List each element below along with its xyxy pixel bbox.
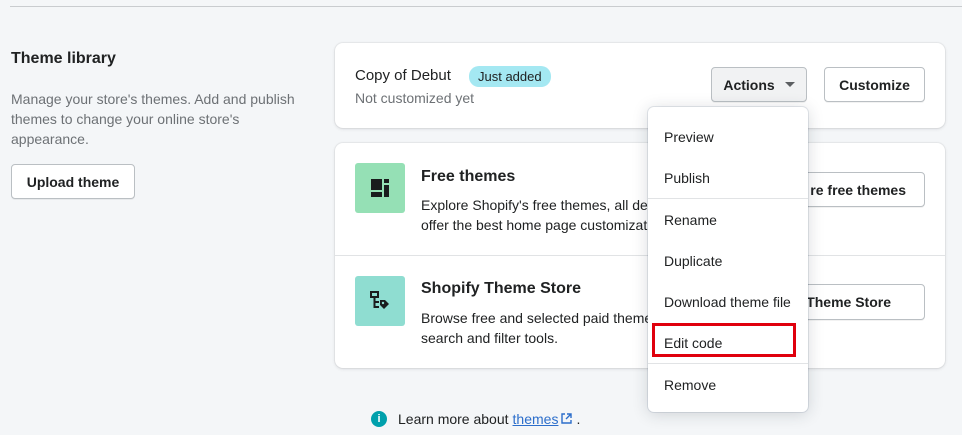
actions-menu: Preview Publish Rename Duplicate Downloa… [648,107,808,412]
row-divider [335,255,945,256]
current-theme-card: Copy of Debut Just added Not customized … [335,43,945,128]
theme-store-description-line1: Browse free and selected paid theme [421,310,653,326]
menu-item-remove[interactable]: Remove [664,377,716,393]
theme-status: Not customized yet [355,90,475,106]
menu-item-download-theme-file[interactable]: Download theme file [664,294,791,310]
learn-more-suffix: . [576,411,581,427]
theme-library-description: Manage your store's themes. Add and publ… [11,91,295,147]
theme-store-title: Shopify Theme Store [421,280,582,297]
menu-separator [648,198,808,199]
theme-store-description-line2: search and filter tools. [421,330,558,346]
learn-more-prefix: Learn more about [398,411,509,427]
caret-down-icon [784,82,795,87]
explore-themes-card: Free themes Explore Shopify's free theme… [335,143,945,368]
status-badge: Just added [469,66,551,87]
theme-name: Copy of Debut [355,67,451,84]
visit-theme-store-button[interactable]: Theme Store [791,284,925,320]
upload-theme-button[interactable]: Upload theme [11,164,135,199]
explore-free-themes-button[interactable]: re free themes [791,172,925,207]
edit-code-highlight [652,323,796,357]
info-icon: i [371,411,387,427]
themes-link[interactable]: themes [513,411,559,427]
actions-button-label: Actions [723,76,775,93]
theme-store-icon [355,276,405,326]
customize-button[interactable]: Customize [824,67,925,102]
layout-icon [355,163,405,213]
free-themes-title: Free themes [421,168,516,185]
menu-separator [648,363,808,364]
menu-item-publish[interactable]: Publish [664,170,710,186]
actions-button[interactable]: Actions [711,67,807,102]
menu-item-duplicate[interactable]: Duplicate [664,253,722,269]
menu-item-rename[interactable]: Rename [664,212,717,228]
free-themes-description-line2: offer the best home page customizati [421,217,651,233]
external-link-icon[interactable] [561,411,573,427]
top-divider [10,6,962,7]
theme-library-title: Theme library [11,50,116,67]
free-themes-description-line1: Explore Shopify's free themes, all des [421,197,655,213]
menu-item-preview[interactable]: Preview [664,129,714,145]
learn-more: i Learn more about themes . [371,411,580,427]
